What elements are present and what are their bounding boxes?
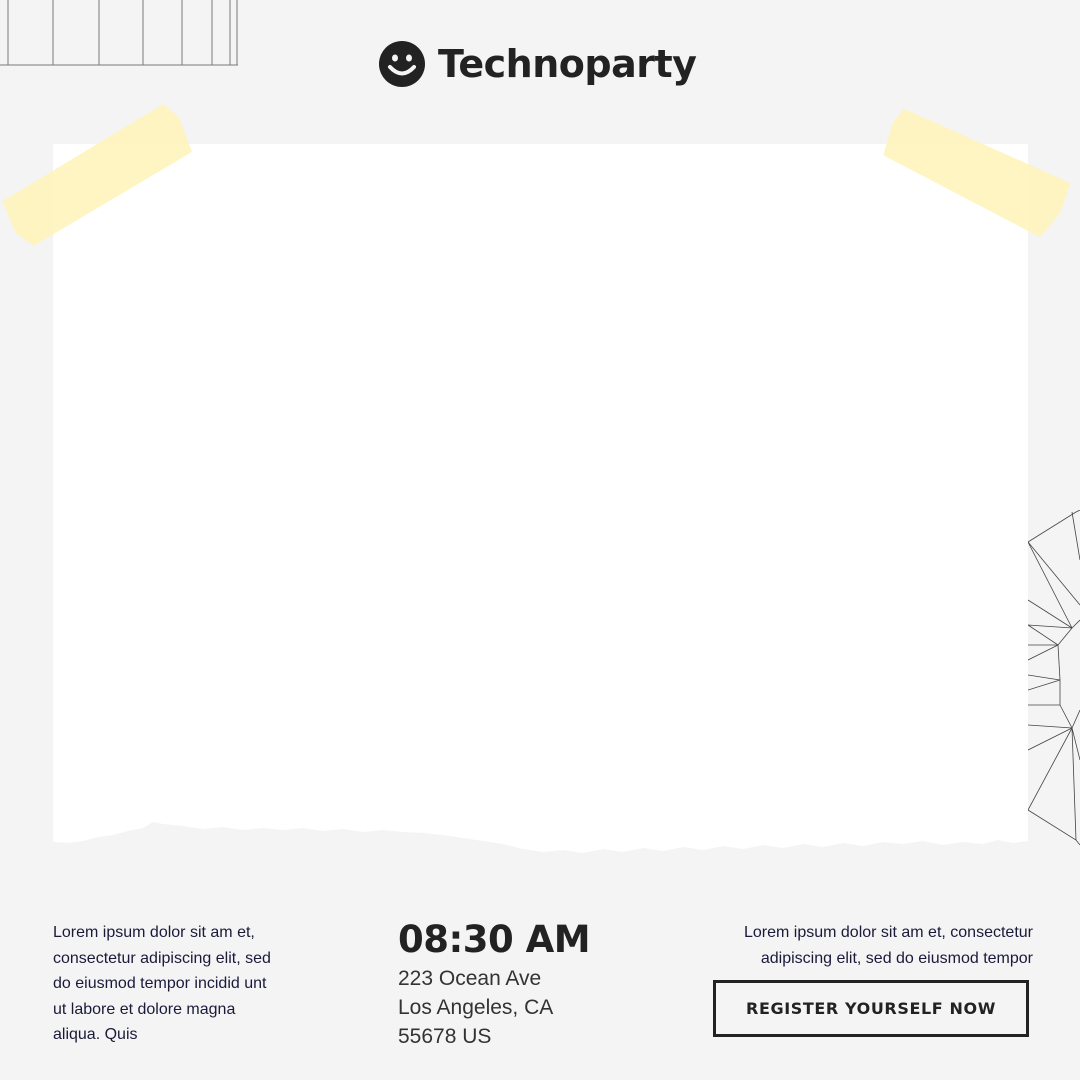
description-left: Lorem ipsum dolor sit am et, consectetur… (53, 924, 271, 1043)
brand-name: Technoparty (438, 42, 697, 86)
photo-placeholder (53, 144, 1028, 854)
wireframe-sphere-icon (1028, 510, 1080, 845)
brand-header: Technoparty (378, 40, 697, 88)
description-right: Lorem ipsum dolor sit am et, consectetur… (743, 924, 1033, 967)
smiley-face-icon (379, 41, 425, 87)
event-details: 08:30 AM 223 Ocean Ave Los Angeles, CA 5… (398, 916, 591, 1051)
address-zip: 55678 US (398, 1025, 492, 1048)
address-street: 223 Ocean Ave (398, 967, 542, 990)
grid-lines-icon (0, 0, 238, 66)
address-city: Los Angeles, CA (398, 996, 554, 1019)
event-time: 08:30 AM (398, 918, 591, 961)
register-button[interactable]: REGISTER YOURSELF NOW (713, 980, 1029, 1037)
